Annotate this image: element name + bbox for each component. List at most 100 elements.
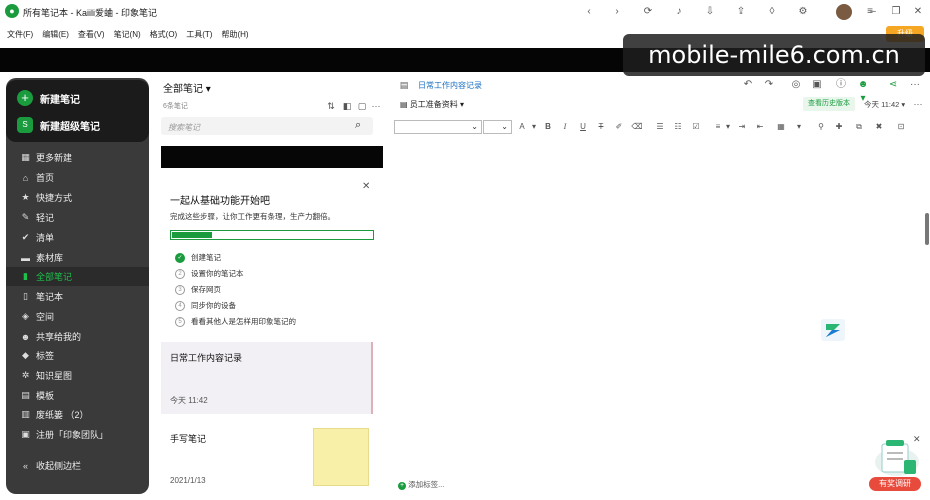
menu-help[interactable]: 帮助(H) — [221, 29, 248, 40]
checkbox-icon[interactable]: ☑ — [690, 122, 702, 131]
search-icon[interactable]: ⌕ — [355, 119, 361, 132]
info-icon[interactable]: ⓘ — [834, 78, 848, 92]
menu-tools[interactable]: 工具(T) — [186, 29, 212, 40]
sidebar-item-label: 标签 — [36, 351, 55, 361]
minimize-icon[interactable]: – — [866, 5, 880, 19]
note-card-title: 日常工作内容记录 — [170, 353, 243, 363]
menu-edit[interactable]: 编辑(E) — [42, 29, 69, 40]
step-number-icon: 3 — [175, 284, 185, 295]
step-sync-devices[interactable]: 4 同步你的设备 — [175, 300, 236, 311]
sidebar-item-shared[interactable]: ☻ 共享给我的 — [6, 327, 149, 346]
table-icon[interactable]: ▦ — [775, 122, 787, 131]
new-super-note-button[interactable]: S 新建超级笔记 — [17, 117, 100, 133]
present-icon[interactable]: ◎ — [789, 78, 803, 92]
insert-icon[interactable]: ✚ — [833, 122, 845, 131]
font-family-select[interactable]: ⌄ — [394, 120, 482, 134]
more-icon[interactable]: ··· — [369, 99, 383, 113]
sidebar-item-templates[interactable]: ▤ 模板 — [6, 386, 149, 405]
sidebar-item-shortcuts[interactable]: ★ 快捷方式 — [6, 188, 149, 207]
collapse-sidebar-button[interactable]: « 收起侧边栏 — [6, 456, 149, 475]
share-icon[interactable]: ⋖ — [886, 78, 900, 92]
indent-icon[interactable]: ⇥ — [736, 122, 748, 131]
font-size-select[interactable]: ⌄ — [483, 120, 512, 134]
sidebar-item-trash[interactable]: ▥ 废纸篓 （2） — [6, 405, 149, 424]
more-icon[interactable]: ··· — [908, 78, 922, 92]
sidebar-item-label: 轻记 — [36, 213, 55, 223]
redo-icon[interactable]: ↷ — [762, 78, 776, 92]
sidebar-item-label: 注册「印象团队」 — [36, 430, 109, 440]
menu-view[interactable]: 查看(V) — [78, 29, 105, 40]
undo-icon[interactable]: ↶ — [741, 78, 755, 92]
close-icon[interactable]: ✕ — [911, 5, 925, 19]
sidebar-item-label: 清单 — [36, 233, 55, 243]
restore-icon[interactable]: ❐ — [889, 5, 903, 19]
export-icon[interactable]: ▣ — [810, 78, 824, 92]
view-icon[interactable]: ◧ — [340, 99, 354, 113]
lock-icon[interactable]: ▢ — [355, 99, 369, 113]
encrypt-icon[interactable]: ✖ — [873, 122, 885, 131]
underline-icon[interactable]: U — [577, 122, 589, 131]
sidebar-item-checklist[interactable]: ✔ 清单 — [6, 228, 149, 247]
share-user-icon[interactable]: ☻▾ — [856, 78, 870, 104]
menu-format[interactable]: 格式(O) — [150, 29, 178, 40]
bold-icon[interactable]: B — [542, 122, 554, 131]
bullet-list-icon[interactable]: ☰ — [654, 122, 666, 131]
align-dropdown-icon[interactable]: ▾ — [722, 122, 734, 131]
share-icon[interactable]: ⇪ — [734, 5, 748, 19]
scrollbar[interactable] — [925, 213, 929, 245]
import-icon[interactable]: ⇩ — [703, 5, 717, 19]
notebook-selector[interactable]: ▤ 员工准备资料 ▾ — [400, 99, 464, 110]
forward-icon[interactable]: › — [610, 5, 624, 19]
close-icon[interactable]: ✕ — [362, 181, 370, 192]
survey-button[interactable]: 有奖调研 — [869, 477, 921, 491]
outdent-icon[interactable]: ⇤ — [754, 122, 766, 131]
step-create-note[interactable]: ✓ 创建笔记 — [175, 252, 221, 263]
sidebar-item-quick-note[interactable]: ✎ 轻记 — [6, 208, 149, 227]
sidebar-item-spaces[interactable]: ◈ 空间 — [6, 307, 149, 326]
highlight-icon[interactable]: ✐ — [613, 122, 625, 131]
sync-icon[interactable]: ⟳ — [641, 5, 655, 19]
link-icon[interactable]: ⚲ — [815, 122, 827, 131]
sidebar-item-tags[interactable]: ◆ 标签 — [6, 346, 149, 365]
sidebar-item-library[interactable]: ▬ 素材库 — [6, 248, 149, 267]
note-card-title: 手写笔记 — [170, 434, 207, 444]
sidebar-item-all-notes[interactable]: ▮ 全部笔记 — [6, 267, 149, 286]
new-note-button[interactable]: + 新建笔记 — [17, 90, 80, 106]
sort-icon[interactable]: ⇅ — [324, 99, 338, 113]
add-tag-button[interactable]: + 添加标签... — [398, 479, 444, 490]
step-label: 创建笔记 — [191, 253, 221, 262]
italic-icon[interactable]: I — [559, 122, 571, 131]
editor-note-title[interactable]: 日常工作内容记录 — [418, 80, 482, 91]
watermark: mobile-mile6.com.cn — [623, 34, 925, 76]
clear-format-icon[interactable]: ⌫ — [631, 122, 643, 131]
sidebar-item-knowledge-graph[interactable]: ✲ 知识星图 — [6, 366, 149, 385]
sidebar-item-team[interactable]: ▣ 注册「印象团队」 — [6, 425, 149, 444]
settings-icon[interactable]: ⚙ — [796, 5, 810, 19]
folder-icon: ▬ — [21, 252, 30, 263]
ai-assistant-icon[interactable] — [820, 318, 846, 342]
text-color-dropdown-icon[interactable]: ▾ — [528, 122, 540, 131]
shield-icon[interactable]: ◊ — [765, 5, 779, 19]
survey-illustration-icon — [872, 438, 922, 478]
bell-icon[interactable]: ♪ — [672, 5, 686, 19]
sidebar-item-more-new[interactable]: ▦ 更多新建 — [6, 148, 149, 167]
sidebar-item-notebooks[interactable]: ▯ 笔记本 — [6, 287, 149, 306]
text-color-icon[interactable]: A — [516, 122, 528, 131]
menu-note[interactable]: 笔记(N) — [114, 29, 141, 40]
history-button[interactable]: 查看历史版本 — [803, 97, 855, 111]
numbered-list-icon[interactable]: ☷ — [672, 122, 684, 131]
strikethrough-icon[interactable]: T — [595, 122, 607, 131]
step-setup-notebook[interactable]: 2 设置你的笔记本 — [175, 268, 244, 279]
menu-file[interactable]: 文件(F) — [7, 29, 33, 40]
step-save-web[interactable]: 3 保存网页 — [175, 284, 221, 295]
sidebar-item-home[interactable]: ⌂ 首页 — [6, 168, 149, 187]
back-icon[interactable]: ‹ — [582, 5, 596, 19]
table-dropdown-icon[interactable]: ▾ — [793, 122, 805, 131]
step-see-others[interactable]: 5 看看其他人是怎样用印象笔记的 — [175, 316, 296, 327]
note-list-title[interactable]: 全部笔记 ▾ — [163, 80, 211, 95]
avatar[interactable] — [836, 4, 852, 20]
code-icon[interactable]: ⧉ — [853, 122, 865, 132]
check-circle-icon: ✔ — [21, 232, 30, 242]
more-icon[interactable]: ··· — [911, 97, 925, 111]
lock-icon[interactable]: ⊡ — [895, 122, 907, 131]
